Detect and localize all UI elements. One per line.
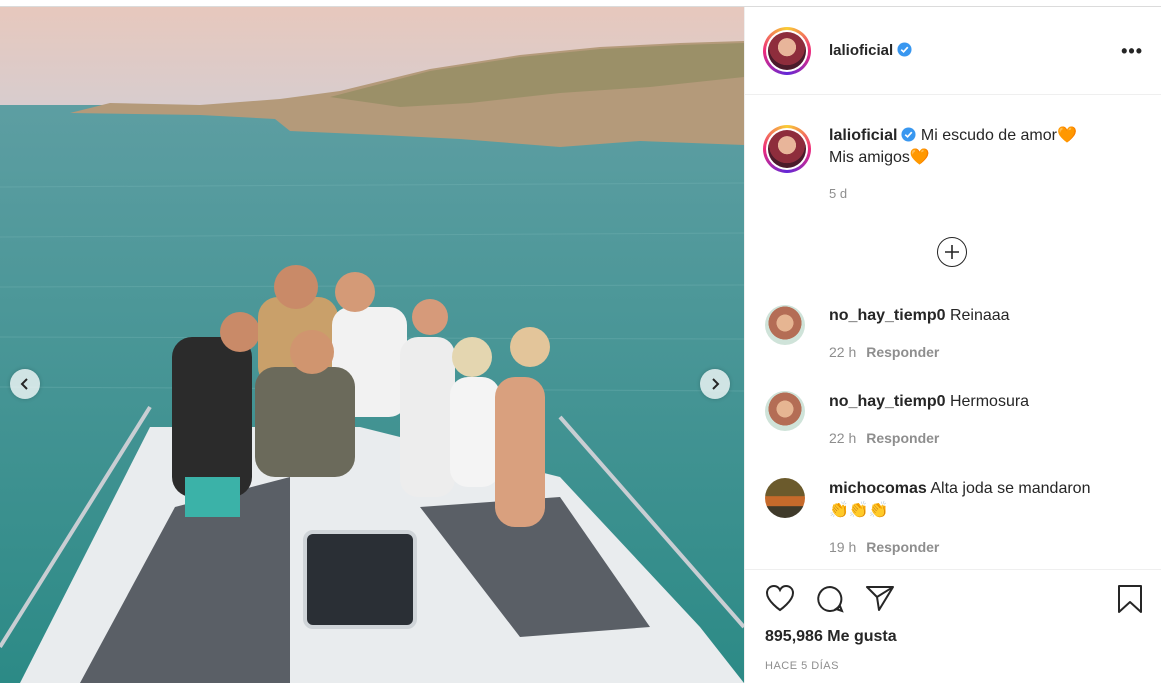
commenter-avatar[interactable] [765,391,805,431]
comment-icon [817,585,844,613]
heart-emoji: 🧡 [1056,127,1077,144]
commenter-avatar[interactable] [765,478,805,518]
verified-badge-icon [897,42,912,57]
chevron-right-icon [712,378,720,390]
author-username[interactable]: lalioficial [829,42,912,59]
author-avatar[interactable] [763,26,811,75]
next-photo-button[interactable] [700,369,730,399]
more-options-button[interactable]: ••• [1121,41,1143,62]
send-icon [866,586,894,611]
comment-username[interactable]: michocomas [829,480,927,497]
comment-time: 22 h [829,430,857,446]
caption-line1: Mi escudo de amor [920,127,1057,144]
caption-line2: Mis amigos [829,149,910,166]
photo-illustration [0,7,744,683]
heart-icon [765,584,795,612]
share-button[interactable] [865,584,895,617]
save-button[interactable] [1117,584,1143,619]
previous-photo-button[interactable] [10,369,40,399]
add-comment-icon [945,245,959,259]
post-photo[interactable] [0,7,744,683]
reply-button[interactable]: Responder [866,539,939,555]
clap-emojis: 👏👏👏 [829,502,889,519]
comment-time: 22 h [829,344,857,360]
post-header: lalioficial ••• [745,7,1161,95]
load-more-comments-button[interactable] [937,237,967,267]
comment-time: 19 h [829,539,857,555]
comment-item: no_hay_tiemp0 Reinaaa 22 h Responder [765,305,1145,363]
commenter-avatar[interactable] [765,305,805,345]
reply-button[interactable]: Responder [866,430,939,446]
post-date[interactable]: HACE 5 DÍAS [765,660,839,672]
heart-emoji: 🧡 [909,149,930,166]
post-caption: lalioficial Mi escudo de amor🧡 Mis amigo… [763,125,1143,205]
caption-time[interactable]: 5 d [829,183,1077,205]
comment-username[interactable]: no_hay_tiemp0 [829,307,945,324]
comment-button[interactable] [815,584,845,619]
comment-text: Alta joda se mandaron [930,480,1091,497]
verified-badge-icon [901,127,916,142]
chevron-left-icon [20,378,28,390]
like-button[interactable] [765,584,795,617]
post-side-panel: lalioficial ••• lalioficial Mi escudo de… [744,7,1161,683]
caption-author-avatar[interactable] [763,125,811,173]
comment-item: michocomas Alta joda se mandaron 👏👏👏 19 … [765,478,1145,558]
likes-count[interactable]: 895,986 Me gusta [765,628,897,646]
comment-text: Reinaaa [949,307,1010,324]
comment-username[interactable]: no_hay_tiemp0 [829,393,945,410]
comment-text: Hermosura [949,393,1030,410]
bookmark-icon [1118,585,1142,613]
reply-button[interactable]: Responder [866,344,939,360]
post-actions: 895,986 Me gusta HACE 5 DÍAS [745,569,1161,683]
comment-item: no_hay_tiemp0 Hermosura 22 h Responder [765,391,1145,449]
caption-username[interactable]: lalioficial [829,127,897,144]
